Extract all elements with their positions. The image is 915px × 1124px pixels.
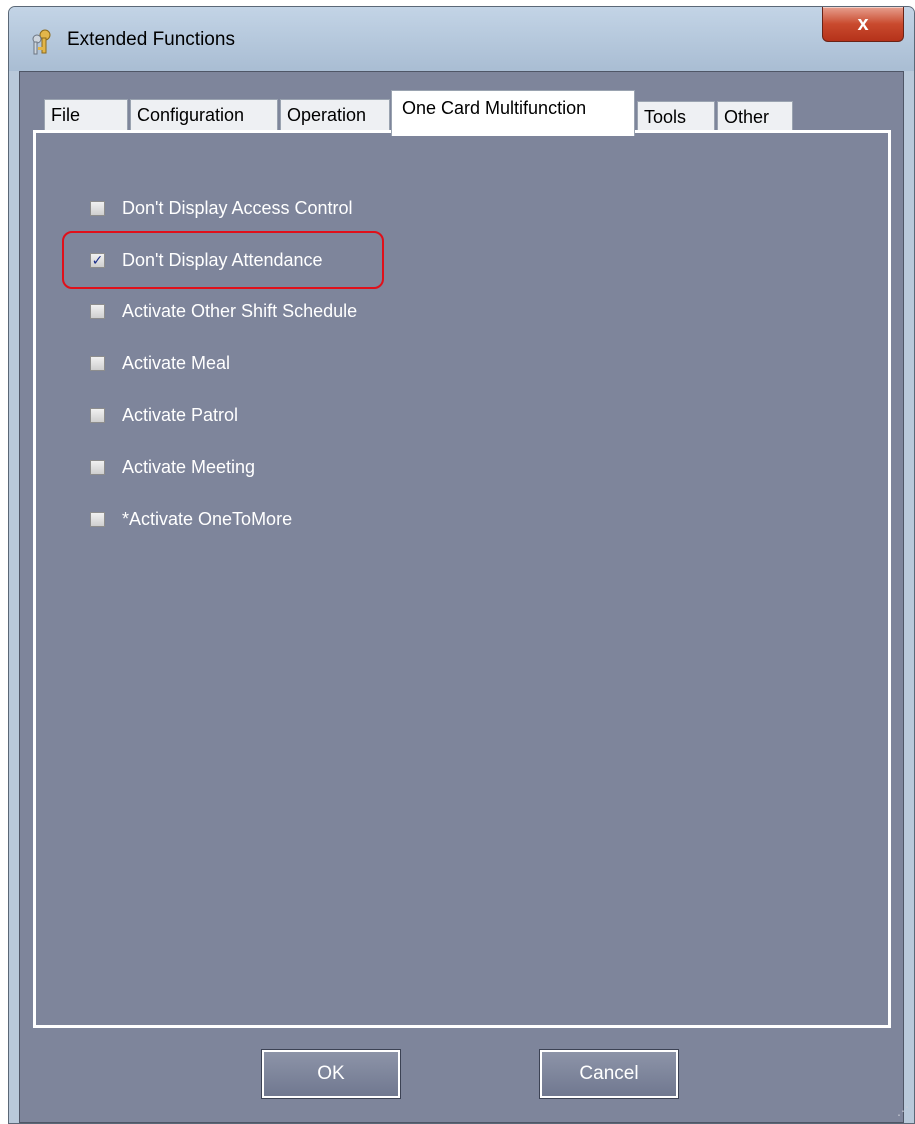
checkbox-activate-other-shift-schedule[interactable]: Activate Other Shift Schedule xyxy=(90,298,357,324)
checkbox-activate-meeting[interactable]: Activate Meeting xyxy=(90,454,255,480)
ok-button-label: OK xyxy=(317,1063,345,1084)
keys-icon xyxy=(32,29,51,55)
tab-label: File xyxy=(51,105,81,125)
checkbox-label: Activate Other Shift Schedule xyxy=(122,300,358,321)
resize-grip-icon[interactable]: ⋰ xyxy=(897,1104,909,1118)
checkbox-label: *Activate OneToMore xyxy=(122,508,293,529)
tab-one-card-multifunction[interactable]: One Card Multifunction xyxy=(391,90,635,136)
checkbox-box[interactable] xyxy=(90,407,105,423)
checkbox-dont-display-access-control[interactable]: Don't Display Access Control xyxy=(90,195,353,221)
tab-operation[interactable]: Operation xyxy=(280,99,390,131)
checkbox-label: Activate Meeting xyxy=(122,456,256,477)
annotation-highlight xyxy=(62,231,384,289)
checkbox-activate-meal[interactable]: Activate Meal xyxy=(90,350,230,376)
tab-configuration[interactable]: Configuration xyxy=(130,99,278,131)
close-icon: x xyxy=(857,12,869,35)
tab-other[interactable]: Other xyxy=(717,101,793,133)
tab-label: Tools xyxy=(644,107,687,127)
tab-label: Other xyxy=(724,107,770,127)
tab-file[interactable]: File xyxy=(44,99,128,131)
checkbox-box[interactable] xyxy=(90,355,105,371)
tab-tools[interactable]: Tools xyxy=(637,101,715,133)
cancel-button-label: Cancel xyxy=(579,1063,639,1084)
window-title: Extended Functions xyxy=(67,29,235,50)
checkbox-label: Activate Patrol xyxy=(122,404,239,425)
checkbox-label: Don't Display Access Control xyxy=(122,197,353,218)
checkbox-activate-patrol[interactable]: Activate Patrol xyxy=(90,402,238,428)
cancel-button[interactable]: Cancel xyxy=(539,1049,679,1099)
checkbox-box[interactable] xyxy=(90,200,105,216)
checkbox-box[interactable] xyxy=(90,303,105,319)
tab-label: Configuration xyxy=(137,105,245,125)
tab-label: Operation xyxy=(287,105,367,125)
tab-label: One Card Multifunction xyxy=(402,98,587,118)
checkbox-box[interactable] xyxy=(90,511,105,527)
checkbox-activate-onetomore[interactable]: *Activate OneToMore xyxy=(90,506,292,532)
ok-button[interactable]: OK xyxy=(261,1049,401,1099)
checkbox-label: Activate Meal xyxy=(122,352,231,373)
close-button[interactable]: x xyxy=(822,7,904,42)
title-bar[interactable]: Extended Functions x xyxy=(9,7,914,71)
checkbox-box[interactable] xyxy=(90,459,105,475)
